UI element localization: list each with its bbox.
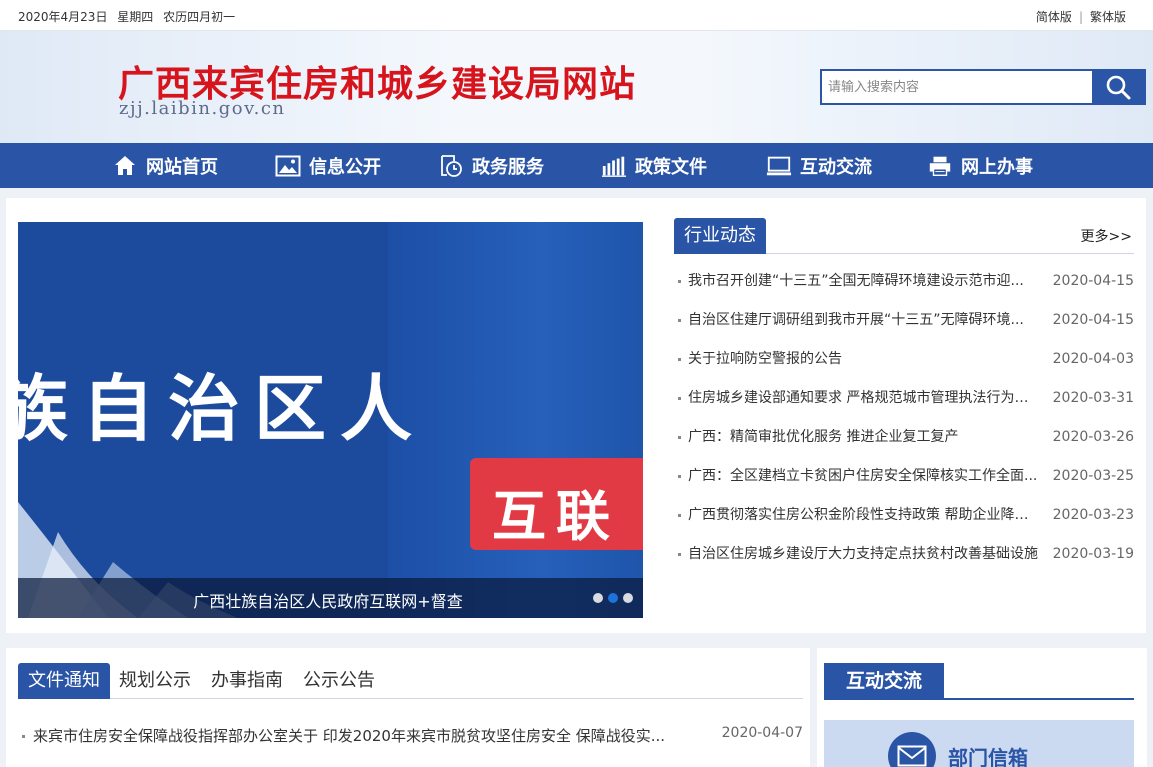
more-link[interactable]: 更多>> [1081,226,1132,246]
department-mailbox-button[interactable]: 部门信箱 [824,720,1134,767]
bullet [678,553,681,556]
news-date: 2020-03-23 [1052,507,1134,523]
mail-icon [888,732,936,767]
nav-online-services[interactable]: 网上办事 [927,143,1033,188]
list-item[interactable]: 住房城乡建设部通知要求 严格规范城市管理执法行为严... 2020-03-31 [674,388,1134,427]
tab-public-announcements[interactable]: 公示公告 [303,663,375,699]
news-title[interactable]: 广西贯彻落实住房公积金阶段性支持政策 帮助企业降费... [688,505,1040,525]
carousel-dots [593,593,633,603]
monitor-icon [766,153,792,179]
news-title[interactable]: 广西：全区建档立卡贫困户住房安全保障核实工作全面... [688,466,1040,486]
news-header: 行业动态 更多>> [674,218,1134,254]
top-bar: 2020年4月23日 星期四 农历四月初一 简体版 | 繁体版 [0,0,1153,31]
list-item[interactable]: 来宾市住房安全保障战役指挥部办公室关于 印发2020年来宾市脱贫攻坚住房安全 保… [18,725,803,747]
news-list: 我市召开创建“十三五”全国无障碍环境建设示范市迎... 2020-04-15 自治… [674,271,1134,583]
list-item[interactable]: 自治区住建厅调研组到我市开展“十三五”无障碍环境... 2020-04-15 [674,310,1134,349]
language-switch: 简体版 | 繁体版 [1036,8,1126,25]
news-date: 2020-03-26 [1052,429,1134,445]
search-input[interactable] [822,71,1092,103]
bullet [678,514,681,517]
weekday-text: 星期四 [117,10,154,24]
carousel-dot[interactable] [593,593,603,603]
simplified-link[interactable]: 简体版 [1036,10,1072,24]
banner-large-text: 族自治区人 [18,367,427,451]
news-title[interactable]: 关于拉响防空警报的公告 [688,349,1040,369]
search-box [820,69,1146,105]
bullet [678,280,681,283]
bullet [678,436,681,439]
industry-news-panel: 行业动态 更多>> 我市召开创建“十三五”全国无障碍环境建设示范市迎... 202… [674,218,1134,583]
search-icon [1106,75,1131,100]
news-date: 2020-03-31 [1052,390,1134,406]
search-button[interactable] [1092,71,1144,103]
nav-policy-documents[interactable]: 政策文件 [601,143,707,188]
image-icon [275,153,301,179]
lunar-date-text: 农历四月初一 [163,10,236,24]
traditional-link[interactable]: 繁体版 [1090,10,1126,24]
bar-chart-icon [601,153,627,179]
list-item[interactable]: 关于拉响防空警报的公告 2020-04-03 [674,349,1134,388]
bullet [22,735,25,738]
news-title[interactable]: 住房城乡建设部通知要求 严格规范城市管理执法行为严... [688,388,1040,408]
language-separator: | [1078,10,1083,24]
carousel-dot[interactable] [623,593,633,603]
nav-gov-services[interactable]: 政务服务 [438,143,544,188]
banner-carousel[interactable]: 族自治区人 互联 广西壮族自治区人民政府互联网+督查 [18,222,643,618]
file-date: 2020-04-07 [721,725,803,741]
banner-caption-bar: 广西壮族自治区人民政府互联网+督查 [18,578,643,618]
tab-file-notices[interactable]: 文件通知 [18,663,110,699]
news-date: 2020-03-19 [1052,546,1134,562]
site-domain: zjj.laibin.gov.cn [119,98,286,119]
site-header: 广西来宾住房和城乡建设局网站 zjj.laibin.gov.cn [0,31,1153,143]
news-title[interactable]: 广西：精简审批优化服务 推进企业复工复产 [688,427,1040,447]
news-title[interactable]: 自治区住建厅调研组到我市开展“十三五”无障碍环境... [688,310,1040,330]
tab-industry-news[interactable]: 行业动态 [674,218,766,254]
file-title[interactable]: 来宾市住房安全保障战役指挥部办公室关于 印发2020年来宾市脱贫攻坚住房安全 保… [33,725,703,746]
date-text: 2020年4月23日 [18,10,108,24]
tab-interaction[interactable]: 互动交流 [824,663,944,700]
home-icon [112,153,138,179]
nav-label: 信息公开 [309,156,381,178]
tab-planning-publicity[interactable]: 规划公示 [119,663,191,699]
news-date: 2020-03-25 [1052,468,1134,484]
bullet [678,397,681,400]
interaction-header: 互动交流 [824,663,1134,700]
news-title[interactable]: 我市召开创建“十三五”全国无障碍环境建设示范市迎... [688,271,1040,291]
mailbox-label: 部门信箱 [948,746,1028,767]
list-item[interactable]: 广西贯彻落实住房公积金阶段性支持政策 帮助企业降费... 2020-03-23 [674,505,1134,544]
list-item[interactable]: 自治区住房城乡建设厅大力支持定点扶贫村改善基础设施 2020-03-19 [674,544,1134,583]
nav-interaction[interactable]: 互动交流 [766,143,872,188]
clock-document-icon [438,153,464,179]
nav-label: 政策文件 [635,156,707,178]
news-date: 2020-04-15 [1052,273,1134,289]
nav-home[interactable]: 网站首页 [112,143,218,188]
nav-label: 网上办事 [961,156,1033,178]
list-item[interactable]: 我市召开创建“十三五”全国无障碍环境建设示范市迎... 2020-04-15 [674,271,1134,310]
nav-label: 网站首页 [146,156,218,178]
list-item[interactable]: 广西：精简审批优化服务 推进企业复工复产 2020-03-26 [674,427,1134,466]
tab-service-guide[interactable]: 办事指南 [211,663,283,699]
banner-background [388,222,643,618]
printer-icon [927,153,953,179]
news-title[interactable]: 自治区住房城乡建设厅大力支持定点扶贫村改善基础设施 [688,544,1040,564]
bullet [678,358,681,361]
bullet [678,475,681,478]
list-item[interactable]: 广西：全区建档立卡贫困户住房安全保障核实工作全面... 2020-03-25 [674,466,1134,505]
news-date: 2020-04-15 [1052,312,1134,328]
news-date: 2020-04-03 [1052,351,1134,367]
nav-label: 互动交流 [800,156,872,178]
nav-label: 政务服务 [472,156,544,178]
banner-caption[interactable]: 广西壮族自治区人民政府互联网+督查 [18,588,638,612]
banner-red-text: 互联 [492,485,620,548]
bullet [678,319,681,322]
main-nav: 网站首页 信息公开 政务服务 政策文件 互动交流 网上办事 [0,143,1153,188]
date-info: 2020年4月23日 星期四 农历四月初一 [18,8,241,25]
documents-tabs: 文件通知 规划公示 办事指南 公示公告 [18,663,803,699]
nav-info-disclosure[interactable]: 信息公开 [275,143,381,188]
carousel-dot-active[interactable] [608,593,618,603]
